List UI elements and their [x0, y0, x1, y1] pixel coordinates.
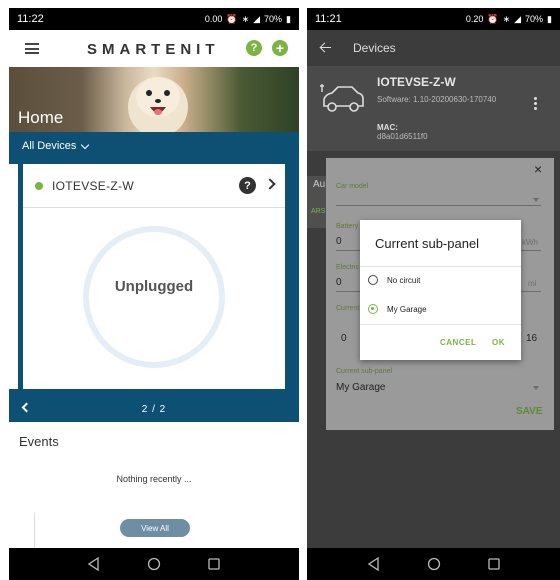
devices-panel: All Devices IOTEVSE-Z-W ? Unplugged 2 / …: [9, 132, 299, 422]
close-icon[interactable]: ×: [534, 161, 542, 177]
current-max-value: 16: [526, 333, 538, 344]
subpanel-dropdown-icon: [533, 386, 539, 390]
alarm-icon: ⏰: [226, 13, 238, 24]
home-hero-banner: Home: [9, 67, 299, 132]
device-filter-label: All Devices: [22, 140, 77, 152]
online-status-dot: [35, 181, 43, 190]
smartenit-logo: SMARTENIT: [87, 41, 220, 58]
dialog-title: Current sub-panel: [375, 236, 480, 251]
ok-button[interactable]: OK: [492, 338, 505, 347]
device-name: IOTEVSE-Z-W: [377, 75, 456, 89]
timeline-line: [34, 513, 35, 548]
home-nav-icon[interactable]: [146, 556, 162, 572]
signal-icon: ◢: [253, 13, 261, 24]
recents-nav-icon[interactable]: [486, 556, 502, 572]
menu-icon[interactable]: [25, 43, 39, 54]
previous-device-card[interactable]: [9, 164, 18, 389]
battery-icon: ▮: [547, 13, 552, 24]
device-info-header: IOTEVSE-Z-W Software: 1.10-20200630-1707…: [307, 66, 560, 151]
device-name: IOTEVSE-Z-W: [52, 178, 134, 193]
cancel-button[interactable]: CANCEL: [440, 338, 476, 347]
software-version: Software: 1.10-20200630-170740: [377, 95, 497, 104]
battery-unit: kWh: [522, 238, 538, 247]
electric-range-unit: mi: [528, 279, 537, 288]
device-help-button[interactable]: ?: [239, 177, 256, 194]
alarm-icon: ⏰: [487, 13, 499, 24]
current-min-value: 0: [341, 333, 347, 344]
page-title: Home: [18, 108, 64, 127]
more-options-icon[interactable]: [534, 97, 538, 112]
device-filter-dropdown[interactable]: All Devices: [22, 140, 90, 152]
car-model-dropdown-icon: [533, 198, 539, 202]
ev-car-icon: [320, 84, 364, 112]
view-all-button[interactable]: View All: [120, 519, 190, 537]
radio-no-circuit[interactable]: [368, 275, 378, 285]
status-time: 11:21: [315, 13, 342, 25]
status-time: 11:22: [17, 13, 44, 25]
network-speed: 0.20: [465, 14, 484, 24]
car-model-field[interactable]: [336, 205, 541, 206]
divider: [360, 324, 521, 325]
app-bar: SMARTENIT ? +: [9, 30, 299, 67]
car-model-label: Car model: [336, 183, 369, 190]
save-button[interactable]: SAVE: [516, 406, 543, 417]
device-settings-screen: 11:21 0.20 ⏰ ∗ ◢ 70% ▮ Devices IOTEVSE-Z…: [307, 8, 560, 580]
bluetooth-icon: ∗: [241, 13, 250, 24]
system-nav-bar: [9, 548, 299, 580]
pager-count: 2 / 2: [141, 404, 167, 415]
dog-photo: [128, 77, 188, 132]
device-pager: 2 / 2: [9, 398, 299, 422]
system-nav-bar: [307, 548, 560, 580]
battery-icon: ▮: [286, 13, 291, 24]
option-label[interactable]: My Garage: [387, 305, 427, 314]
back-arrow-icon[interactable]: [321, 47, 331, 48]
back-nav-icon[interactable]: [86, 556, 102, 572]
battery-level: 70%: [525, 14, 544, 24]
page-title: Devices: [353, 41, 396, 55]
battery-level: 70%: [264, 14, 283, 24]
option-label[interactable]: No circuit: [387, 276, 420, 285]
battery-capacity-input[interactable]: 0: [336, 236, 342, 247]
events-title: Events: [19, 434, 59, 449]
electric-range-input[interactable]: 0: [336, 277, 342, 288]
divider: [360, 266, 521, 267]
tab-partial-active: ARS: [311, 208, 326, 215]
mac-address: d8a01d6511f0: [377, 132, 428, 141]
signal-icon: ◢: [514, 13, 522, 24]
charger-status-ring: [83, 226, 225, 368]
subpanel-dialog: Current sub-panel No circuit My Garage C…: [360, 220, 521, 360]
add-button[interactable]: +: [272, 40, 288, 56]
mac-label: MAC:: [377, 123, 398, 132]
bluetooth-icon: ∗: [502, 13, 511, 24]
electric-range-label: Electric: [336, 264, 359, 271]
status-bar: 11:22 0.00 ⏰ ∗ ◢ 70% ▮: [9, 8, 299, 30]
back-nav-icon[interactable]: [366, 556, 382, 572]
current-label: Current: [336, 305, 360, 312]
radio-my-garage[interactable]: [368, 304, 378, 314]
chevron-down-icon: [81, 140, 90, 149]
status-bar: 11:21 0.20 ⏰ ∗ ◢ 70% ▮: [307, 8, 560, 30]
home-screen: 11:22 0.00 ⏰ ∗ ◢ 70% ▮ SMARTENIT ? + Hom…: [9, 8, 299, 580]
tab-partial: Au: [313, 179, 326, 190]
network-speed: 0.00: [204, 14, 223, 24]
subpanel-label: Current sub-panel: [336, 368, 393, 375]
home-nav-icon[interactable]: [426, 556, 442, 572]
subpanel-select[interactable]: My Garage: [336, 382, 385, 393]
recents-nav-icon[interactable]: [206, 556, 222, 572]
app-bar: Devices: [307, 30, 560, 66]
help-button[interactable]: ?: [246, 40, 262, 56]
plug-status: Unplugged: [114, 278, 194, 295]
events-empty-text: Nothing recently ...: [116, 474, 192, 484]
device-card[interactable]: IOTEVSE-Z-W ? Unplugged: [23, 164, 285, 389]
